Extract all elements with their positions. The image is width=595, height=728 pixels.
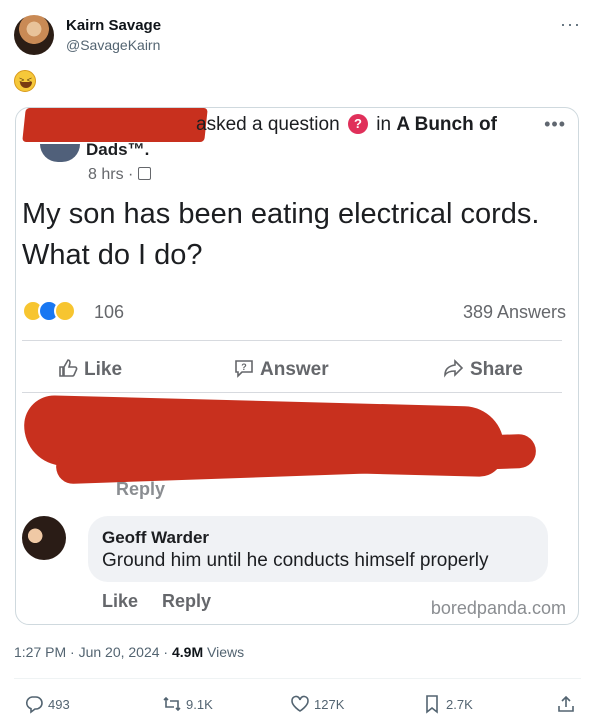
more-options-button[interactable]: ··· — [560, 14, 581, 35]
watermark: boredpanda.com — [430, 598, 566, 618]
tweet-header: Kairn Savage @SavageKairn ··· — [14, 12, 581, 60]
views-count: 4.9M — [171, 644, 204, 660]
svg-text:?: ? — [241, 362, 247, 372]
reply-count: 493 — [48, 697, 70, 712]
user-handle[interactable]: @SavageKairn — [66, 37, 160, 53]
reaction-count: 106 — [94, 302, 125, 322]
post-actions: Like ? Answer Share — [22, 352, 562, 388]
share-arrow-icon — [444, 359, 464, 378]
question-bubble-icon: ? — [235, 360, 253, 378]
divider — [14, 678, 581, 679]
reply-button[interactable]: 493 — [24, 694, 70, 714]
post-header-text: asked a question ? in A Bunch of — [196, 114, 497, 135]
bookmark-button[interactable]: 2.7K — [422, 694, 473, 714]
rolling-on-floor-laughing-icon: > < — [14, 70, 36, 92]
group-name: A Bunch of — [396, 114, 497, 135]
divider — [22, 392, 562, 393]
post-time: 8 hrs · — [88, 166, 151, 184]
commenter-avatar — [22, 516, 66, 560]
poster-avatar — [40, 144, 80, 162]
bookmark-icon — [426, 695, 438, 714]
post-like-action: Like — [58, 358, 122, 381]
avatar[interactable] — [14, 15, 54, 55]
tweet-timestamp: 1:27 PM · Jun 20, 2024 · 4.9M Views — [14, 644, 244, 660]
answers-count: 389 Answers — [462, 302, 566, 322]
bookmark-count: 2.7K — [446, 697, 473, 712]
share-button[interactable] — [556, 694, 580, 714]
like-button[interactable]: 127K — [290, 694, 344, 714]
like-count: 127K — [314, 697, 345, 712]
tweet-time[interactable]: 1:27 PM · Jun 20, 2024 · — [14, 644, 168, 660]
retweet-count: 9.1K — [186, 697, 213, 712]
thumbs-up-icon — [59, 359, 78, 377]
views-label: Views — [207, 644, 245, 660]
comment-text: Ground him until he conducts himself pro… — [102, 550, 489, 571]
heart-icon — [291, 695, 309, 712]
reply-icon — [25, 696, 43, 714]
comment-like: Like — [102, 591, 139, 611]
comment-bubble: Geoff Warder Ground him until he conduct… — [88, 516, 548, 582]
question-icon: ? — [347, 114, 368, 134]
reply-peek: Reply — [116, 479, 166, 499]
comment-reply: Reply — [162, 591, 212, 611]
wow-reaction-icon — [54, 300, 76, 322]
privacy-icon — [137, 167, 151, 180]
redaction-mark — [22, 108, 208, 142]
retweet-icon — [163, 696, 181, 712]
question-text: My son has been eating electrical cords.… — [22, 198, 540, 271]
post-share-action: Share — [444, 358, 523, 381]
tweet-media-image[interactable]: asked a question ? in A Bunch of ••• Dad… — [15, 107, 579, 625]
comment-author: Geoff Warder — [102, 528, 210, 547]
retweet-button[interactable]: 9.1K — [162, 694, 213, 714]
post-answer-action: ? Answer — [234, 358, 329, 381]
group-name-tail: Dads™. — [86, 140, 150, 159]
display-name[interactable]: Kairn Savage — [66, 17, 161, 34]
post-more-icon: ••• — [544, 114, 566, 134]
divider — [22, 340, 562, 341]
share-icon — [558, 695, 574, 712]
